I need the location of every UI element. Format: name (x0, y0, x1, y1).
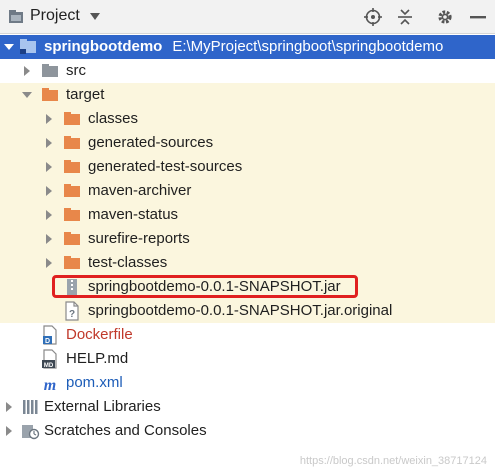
tree-row-maven-status[interactable]: maven-status (0, 203, 495, 227)
excluded-folder-icon (64, 208, 80, 221)
collapsed-arrow-icon[interactable] (42, 131, 56, 155)
collapsed-arrow-icon[interactable] (42, 227, 56, 251)
libraries-icon (23, 400, 38, 414)
pom-label: pom.xml (66, 374, 123, 391)
collapsed-arrow-icon[interactable] (42, 179, 56, 203)
target-label: target (66, 86, 105, 103)
tree-row-help[interactable]: MD HELP.md (0, 347, 495, 371)
expanded-arrow-icon[interactable] (20, 83, 34, 107)
jar-highlight-box (52, 275, 358, 298)
collapse-all-icon[interactable] (396, 8, 414, 26)
collapsed-arrow-icon[interactable] (42, 155, 56, 179)
tree-row-generated-test-sources[interactable]: generated-test-sources (0, 155, 495, 179)
tree-row-generated-sources[interactable]: generated-sources (0, 131, 495, 155)
gear-icon[interactable] (436, 8, 454, 26)
root-label: springbootdemo E:\MyProject\springboot\sp… (44, 38, 443, 56)
dockerfile-label: Dockerfile (66, 326, 133, 343)
tree-row-scratches[interactable]: Scratches and Consoles (0, 419, 495, 443)
scratches-label: Scratches and Consoles (44, 422, 207, 439)
collapsed-arrow-icon[interactable] (42, 107, 56, 131)
watermark: https://blog.csdn.net/weixin_38717124 (299, 455, 487, 467)
external-libraries-label: External Libraries (44, 398, 161, 415)
svg-text:D: D (45, 338, 50, 345)
docker-file-icon: D (43, 325, 57, 345)
folder-label: surefire-reports (88, 230, 190, 247)
project-toolbar: Project (0, 0, 495, 34)
folder-label: maven-status (88, 206, 179, 223)
tree-row-src[interactable]: src (0, 59, 495, 83)
help-label: HELP.md (66, 350, 129, 367)
svg-text:m: m (44, 377, 56, 394)
collapsed-arrow-icon[interactable] (2, 395, 16, 419)
folder-icon (42, 64, 58, 77)
scratches-icon (22, 425, 40, 440)
tree-row-jar-original[interactable]: ? springbootdemo-0.0.1-SNAPSHOT.jar.orig… (0, 299, 495, 323)
unknown-file-icon: ? (65, 301, 79, 321)
excluded-folder-icon (64, 232, 80, 245)
tree-row-root[interactable]: springbootdemo E:\MyProject\springboot\sp… (0, 35, 495, 59)
excluded-folder-icon (64, 112, 80, 125)
tree-row-dockerfile[interactable]: D Dockerfile (0, 323, 495, 347)
module-folder-icon (20, 39, 36, 54)
tree-row-classes[interactable]: classes (0, 107, 495, 131)
collapsed-arrow-icon[interactable] (20, 59, 34, 83)
tree-row-maven-archiver[interactable]: maven-archiver (0, 179, 495, 203)
folder-label: maven-archiver (88, 182, 192, 199)
tree-row-test-classes[interactable]: test-classes (0, 251, 495, 275)
hide-icon[interactable] (470, 14, 486, 20)
tree-row-surefire-reports[interactable]: surefire-reports (0, 227, 495, 251)
markdown-file-icon: MD (42, 349, 57, 369)
tree-row-target[interactable]: target (0, 83, 495, 107)
root-path: E:\MyProject\springboot\springbootdemo (172, 38, 444, 55)
project-tree: springbootdemo E:\MyProject\springboot\sp… (0, 34, 495, 473)
project-view-title[interactable]: Project (30, 7, 80, 25)
root-name: springbootdemo (44, 38, 163, 55)
src-label: src (66, 62, 86, 79)
dropdown-arrow-icon[interactable] (90, 13, 100, 21)
folder-label: generated-sources (88, 134, 214, 151)
expanded-arrow-icon[interactable] (2, 35, 16, 59)
svg-text:?: ? (69, 309, 75, 320)
folder-label: classes (88, 110, 139, 127)
maven-pom-icon: m (44, 377, 56, 394)
excluded-folder-icon (64, 136, 80, 149)
tree-row-pom[interactable]: m pom.xml (0, 371, 495, 395)
excluded-folder-icon (64, 184, 80, 197)
svg-text:MD: MD (44, 363, 54, 369)
excluded-folder-icon (64, 256, 80, 269)
locate-icon[interactable] (364, 8, 382, 26)
tree-row-external-libraries[interactable]: External Libraries (0, 395, 495, 419)
jar-original-label: springbootdemo-0.0.1-SNAPSHOT.jar.origin… (88, 302, 393, 319)
project-view-icon[interactable] (8, 9, 24, 25)
collapsed-arrow-icon[interactable] (42, 251, 56, 275)
folder-label: test-classes (88, 254, 168, 271)
folder-label: generated-test-sources (88, 158, 243, 175)
excluded-folder-icon (42, 88, 58, 101)
collapsed-arrow-icon[interactable] (2, 419, 16, 443)
excluded-folder-icon (64, 160, 80, 173)
collapsed-arrow-icon[interactable] (42, 203, 56, 227)
